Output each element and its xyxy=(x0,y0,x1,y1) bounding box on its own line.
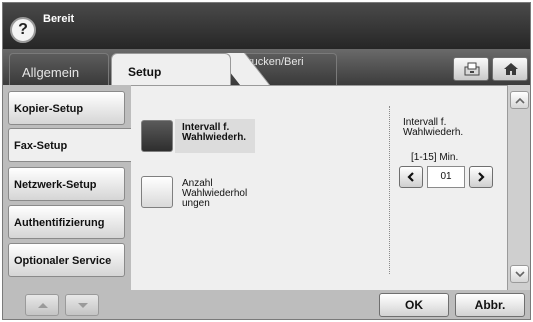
sidebar-item-authentifizierung[interactable]: Authentifizierung xyxy=(8,205,125,239)
range-label: [1-15] Min. xyxy=(411,152,459,163)
sidebar: Kopier-Setup Fax-Setup Netzwerk-Setup Au… xyxy=(3,85,132,290)
option-redial-count-button[interactable] xyxy=(141,176,173,208)
ok-button[interactable]: OK xyxy=(379,293,449,317)
option-redial-count-label[interactable]: Anzahl Wahlwiederhol ungen xyxy=(175,175,247,209)
triangle-up-icon xyxy=(38,303,48,308)
increase-button[interactable] xyxy=(469,166,493,188)
sidebar-item-optionaler-service[interactable]: Optionaler Service xyxy=(8,243,125,277)
scroll-up-button[interactable] xyxy=(510,91,529,109)
job-queue-button[interactable] xyxy=(453,57,489,81)
tab-strip: Allgemein Drucken/Beri cht Setup xyxy=(3,49,530,86)
chevron-up-icon xyxy=(515,97,525,104)
menu-down-button[interactable] xyxy=(65,294,99,316)
chevron-down-icon xyxy=(515,271,525,278)
interval-stepper: 01 xyxy=(399,166,495,190)
chevron-left-icon xyxy=(407,172,414,182)
option-redial-count-line3: ungen xyxy=(182,198,210,209)
option-redial-interval-label[interactable]: Intervall f. Wahlwiederh. xyxy=(175,119,255,153)
sidebar-item-fax-setup[interactable]: Fax-Setup xyxy=(8,128,132,162)
menu-up-button[interactable] xyxy=(25,294,59,316)
tab-setup[interactable]: Setup xyxy=(111,53,231,86)
bottom-bar: OK Abbr. xyxy=(3,290,530,319)
tab-allgemein[interactable]: Allgemein xyxy=(9,53,109,85)
scroll-down-button[interactable] xyxy=(510,265,529,283)
settings-panel: Intervall f. Wahlwiederh. Anzahl Wahlwie… xyxy=(131,85,507,290)
cancel-button[interactable]: Abbr. xyxy=(455,293,525,317)
job-queue-icon xyxy=(464,62,480,76)
sidebar-item-kopier-setup[interactable]: Kopier-Setup xyxy=(8,91,125,125)
chevron-right-icon xyxy=(478,172,485,182)
sidebar-item-netzwerk-setup[interactable]: Netzwerk-Setup xyxy=(8,167,125,201)
detail-title: Intervall f. Wahlwiederh. xyxy=(403,118,493,138)
scrollbar[interactable] xyxy=(507,85,530,290)
status-text: Bereit xyxy=(43,13,75,25)
detail-title-line2: Wahlwiederh. xyxy=(403,127,464,138)
home-button[interactable] xyxy=(492,57,528,81)
device-screen: ? Bereit Allgemein Drucken/Beri cht Setu… xyxy=(2,2,531,320)
interval-value[interactable]: 01 xyxy=(427,166,465,188)
triangle-down-icon xyxy=(78,303,88,308)
home-icon xyxy=(504,63,518,75)
panel-divider xyxy=(389,106,390,274)
decrease-button[interactable] xyxy=(399,166,423,188)
help-button[interactable]: ? xyxy=(10,17,36,43)
option-redial-interval-line2: Wahlwiederh. xyxy=(182,132,247,143)
option-redial-interval-button[interactable] xyxy=(141,120,173,152)
status-bar: ? Bereit xyxy=(3,3,530,49)
